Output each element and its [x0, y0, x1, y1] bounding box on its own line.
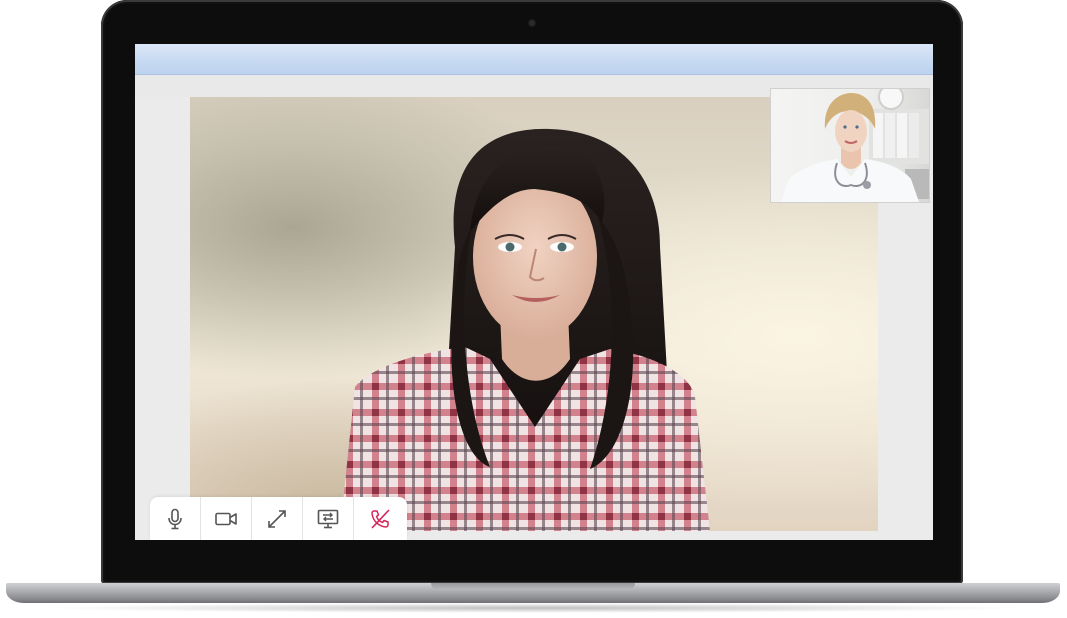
fullscreen-button[interactable]	[252, 497, 303, 540]
screen-share-icon	[317, 509, 339, 528]
mute-microphone-button[interactable]	[150, 497, 201, 540]
laptop-screen	[135, 44, 933, 540]
laptop-shadow	[40, 603, 1026, 613]
laptop-notch	[431, 583, 635, 590]
webcam-dot	[529, 20, 535, 26]
share-screen-button[interactable]	[303, 497, 354, 540]
browser-toolbar	[135, 44, 933, 75]
hang-up-phone-icon	[370, 508, 390, 529]
call-control-bar	[150, 497, 407, 540]
microphone-icon	[168, 508, 182, 529]
self-view-video[interactable]	[770, 88, 930, 203]
expand-icon	[268, 509, 286, 528]
video-camera-icon	[215, 512, 237, 525]
end-call-button[interactable]	[354, 497, 405, 540]
toggle-camera-button[interactable]	[201, 497, 252, 540]
doctor-portrait	[781, 89, 929, 202]
